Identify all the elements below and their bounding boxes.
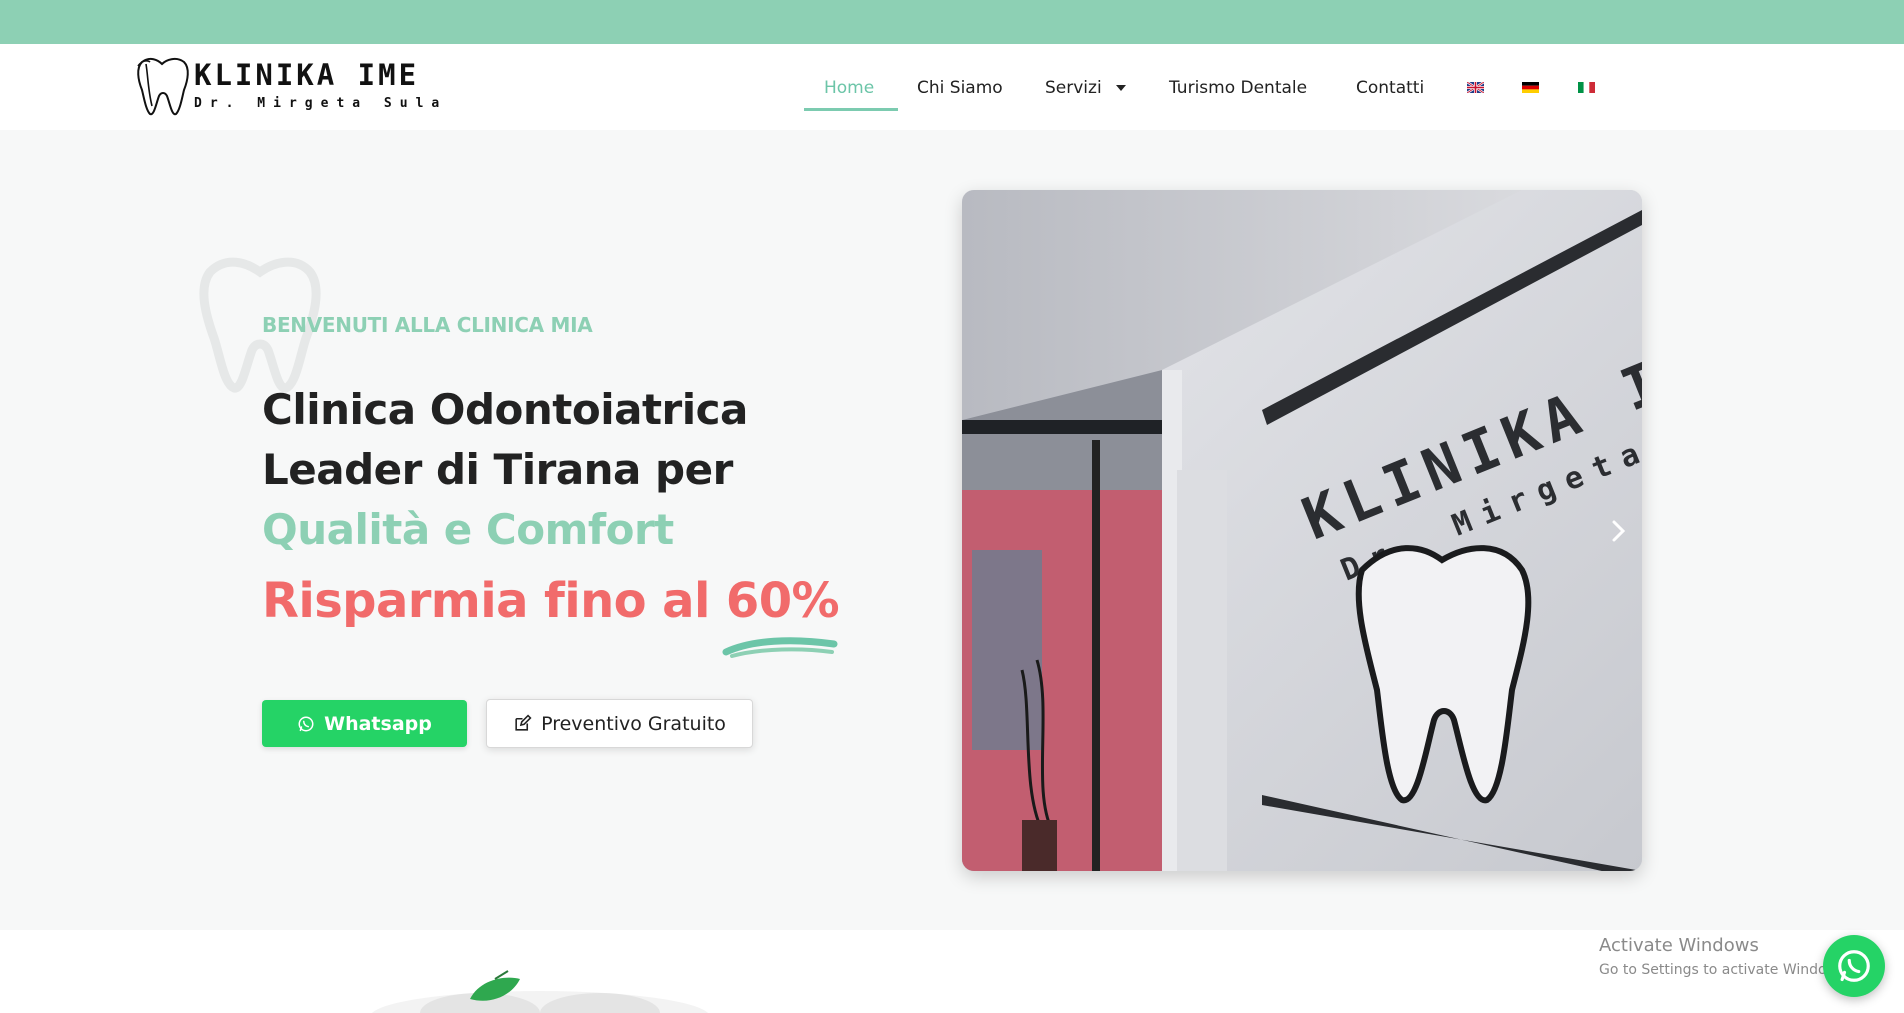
whatsapp-button[interactable]: Whatsapp [262, 700, 467, 747]
headline-line-2: Leader di Tirana per [262, 445, 733, 494]
de-flag-icon[interactable] [1522, 82, 1539, 93]
headline-line-1: Clinica Odontoiatrica [262, 385, 748, 434]
whatsapp-icon [1838, 950, 1870, 982]
top-strip [0, 0, 1904, 44]
whatsapp-icon [298, 716, 314, 731]
uk-flag-icon[interactable] [1467, 82, 1484, 93]
hero-eyebrow: BENVENUTI ALLA CLINICA MIA [262, 313, 593, 337]
edit-icon [515, 714, 532, 731]
hero-clinic-image: KLINIKA IME Dr. Mirgeta Sula [962, 190, 1642, 871]
nav-home[interactable]: Home [824, 78, 874, 98]
whatsapp-button-label: Whatsapp [324, 712, 432, 735]
site-header: KLINIKA IME Dr. Mirgeta Sula Home Chi Si… [0, 44, 1904, 130]
nav-contatti[interactable]: Contatti [1356, 78, 1424, 98]
chevron-right-icon[interactable] [1608, 518, 1630, 544]
nav-turismo-dentale[interactable]: Turismo Dentale [1169, 78, 1307, 98]
headline-accent: Qualità e Comfort [262, 505, 674, 554]
nav-servizi[interactable]: Servizi [1045, 78, 1127, 98]
free-quote-button-label: Preventivo Gratuito [541, 712, 726, 735]
hero-headline: Clinica Odontoiatrica Leader di Tirana p… [262, 380, 748, 560]
it-flag-icon[interactable] [1578, 82, 1595, 93]
floating-whatsapp-button[interactable] [1823, 935, 1885, 997]
nav-chi-siamo[interactable]: Chi Siamo [917, 78, 1003, 98]
activate-windows-title: Activate Windows [1599, 935, 1759, 956]
clinic-photo: KLINIKA IME Dr. Mirgeta Sula [962, 190, 1642, 871]
activate-windows-subtitle: Go to Settings to activate Windows. [1599, 962, 1850, 978]
brush-underline [722, 637, 838, 658]
leaf-decoration [372, 970, 708, 1013]
nav-servizi-label: Servizi [1045, 78, 1102, 98]
free-quote-button[interactable]: Preventivo Gratuito [486, 699, 753, 748]
savings-headline: Risparmia fino al 60% [262, 573, 840, 629]
caret-down-icon [1116, 85, 1127, 91]
nav-active-underline [804, 108, 898, 111]
main-nav: Home Chi Siamo Servizi Turismo Dentale C… [0, 44, 1904, 130]
windows-activation-watermark: Activate Windows Go to Settings to activ… [1599, 935, 1850, 978]
